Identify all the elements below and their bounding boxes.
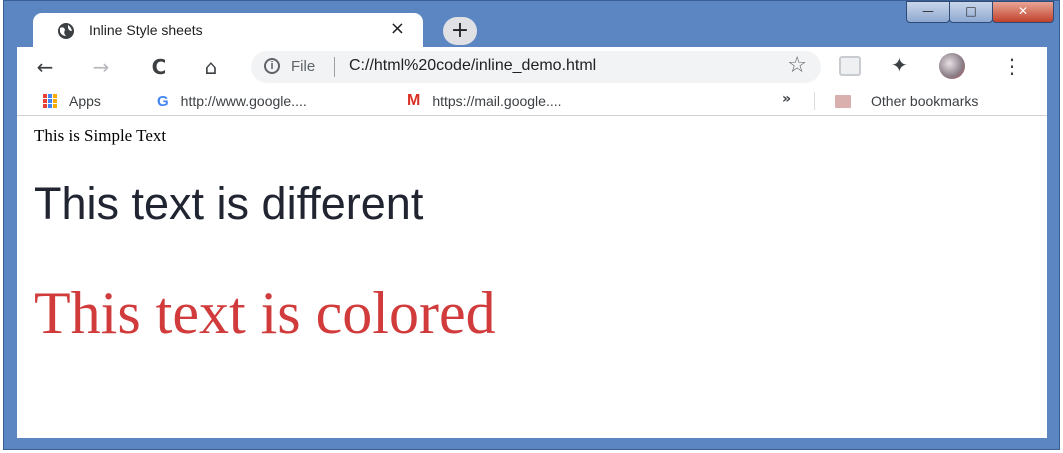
navigation-toolbar: ← → C ⌂ i File C://html%20code/inline_de…	[17, 47, 1047, 87]
star-icon[interactable]: ☆	[787, 53, 807, 78]
back-arrow-icon[interactable]: ←	[31, 53, 59, 81]
apps-grid-icon	[43, 94, 57, 108]
reload-icon[interactable]: C	[145, 53, 173, 81]
puzzle-icon[interactable]: ✦	[891, 53, 908, 77]
scheme-label: File	[291, 58, 316, 75]
bookmark-label: https://mail.google....	[432, 93, 562, 109]
folder-icon	[835, 94, 851, 108]
google-icon: G	[157, 92, 169, 110]
maximize-icon: □	[965, 4, 977, 18]
bookmark-label: http://www.google....	[180, 93, 307, 109]
avatar[interactable]	[939, 53, 965, 79]
browser-window: Inline Style sheets × + — □ ✕ ← → C ⌂ i …	[3, 0, 1060, 450]
extension-icon[interactable]	[839, 56, 861, 76]
bookmarks-bar: Apps G http://www.google.... M https://m…	[17, 87, 1047, 115]
bookmark-label: Apps	[69, 93, 101, 109]
bookmark-other[interactable]: Other bookmarks	[835, 91, 978, 111]
forward-arrow-icon[interactable]: →	[87, 53, 115, 81]
close-icon[interactable]: ×	[390, 18, 405, 39]
gmail-icon: M	[407, 92, 421, 109]
address-bar[interactable]: i File C://html%20code/inline_demo.html …	[251, 51, 821, 83]
omnibox-divider	[334, 57, 335, 77]
window-controls: — □ ✕	[906, 1, 1054, 23]
browser-tab[interactable]: Inline Style sheets ×	[33, 13, 423, 47]
home-icon[interactable]: ⌂	[197, 53, 225, 81]
globe-icon	[58, 23, 74, 39]
minimize-button[interactable]: —	[906, 1, 950, 23]
close-window-button[interactable]: ✕	[992, 1, 1054, 23]
maximize-button[interactable]: □	[949, 1, 993, 23]
title-bar: Inline Style sheets × + — □ ✕	[4, 1, 1059, 47]
bookmark-label: Other bookmarks	[871, 93, 979, 109]
close-window-icon: ✕	[1017, 4, 1029, 18]
minimize-icon: —	[922, 4, 934, 18]
page-content: This is Simple Text This text is differe…	[17, 116, 1047, 438]
new-tab-button[interactable]: +	[443, 17, 477, 45]
colored-text: This text is colored	[34, 280, 496, 346]
tab-title: Inline Style sheets	[89, 22, 203, 38]
simple-text: This is Simple Text	[34, 126, 167, 145]
bookmark-google[interactable]: G http://www.google....	[157, 91, 307, 111]
bookmark-apps[interactable]: Apps	[43, 91, 101, 111]
menu-icon[interactable]: ⋮	[1002, 53, 1022, 79]
bookmark-gmail[interactable]: M https://mail.google....	[407, 91, 562, 111]
bookmarks-overflow-icon[interactable]: »	[782, 91, 791, 107]
info-icon[interactable]: i	[264, 58, 280, 74]
different-text: This text is different	[34, 178, 424, 229]
bookmarks-divider	[814, 92, 815, 110]
url-text[interactable]: C://html%20code/inline_demo.html	[349, 57, 596, 75]
